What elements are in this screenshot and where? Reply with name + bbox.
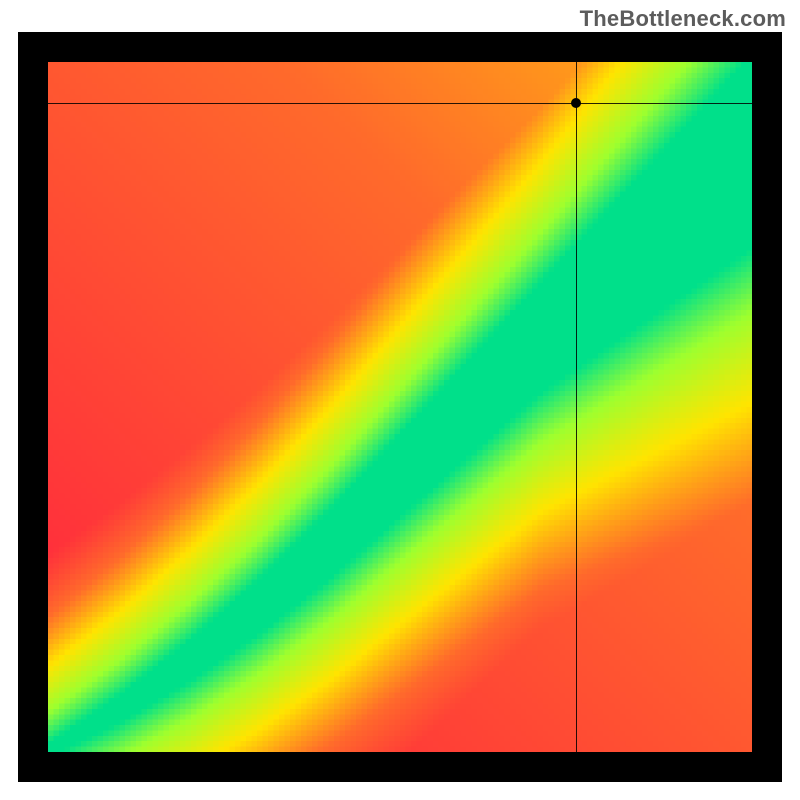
watermark-text: TheBottleneck.com [580,6,786,32]
heatmap-plot-area [48,62,752,752]
heatmap-canvas [48,62,752,752]
crosshair-horizontal [48,103,752,104]
crosshair-vertical [576,62,577,752]
